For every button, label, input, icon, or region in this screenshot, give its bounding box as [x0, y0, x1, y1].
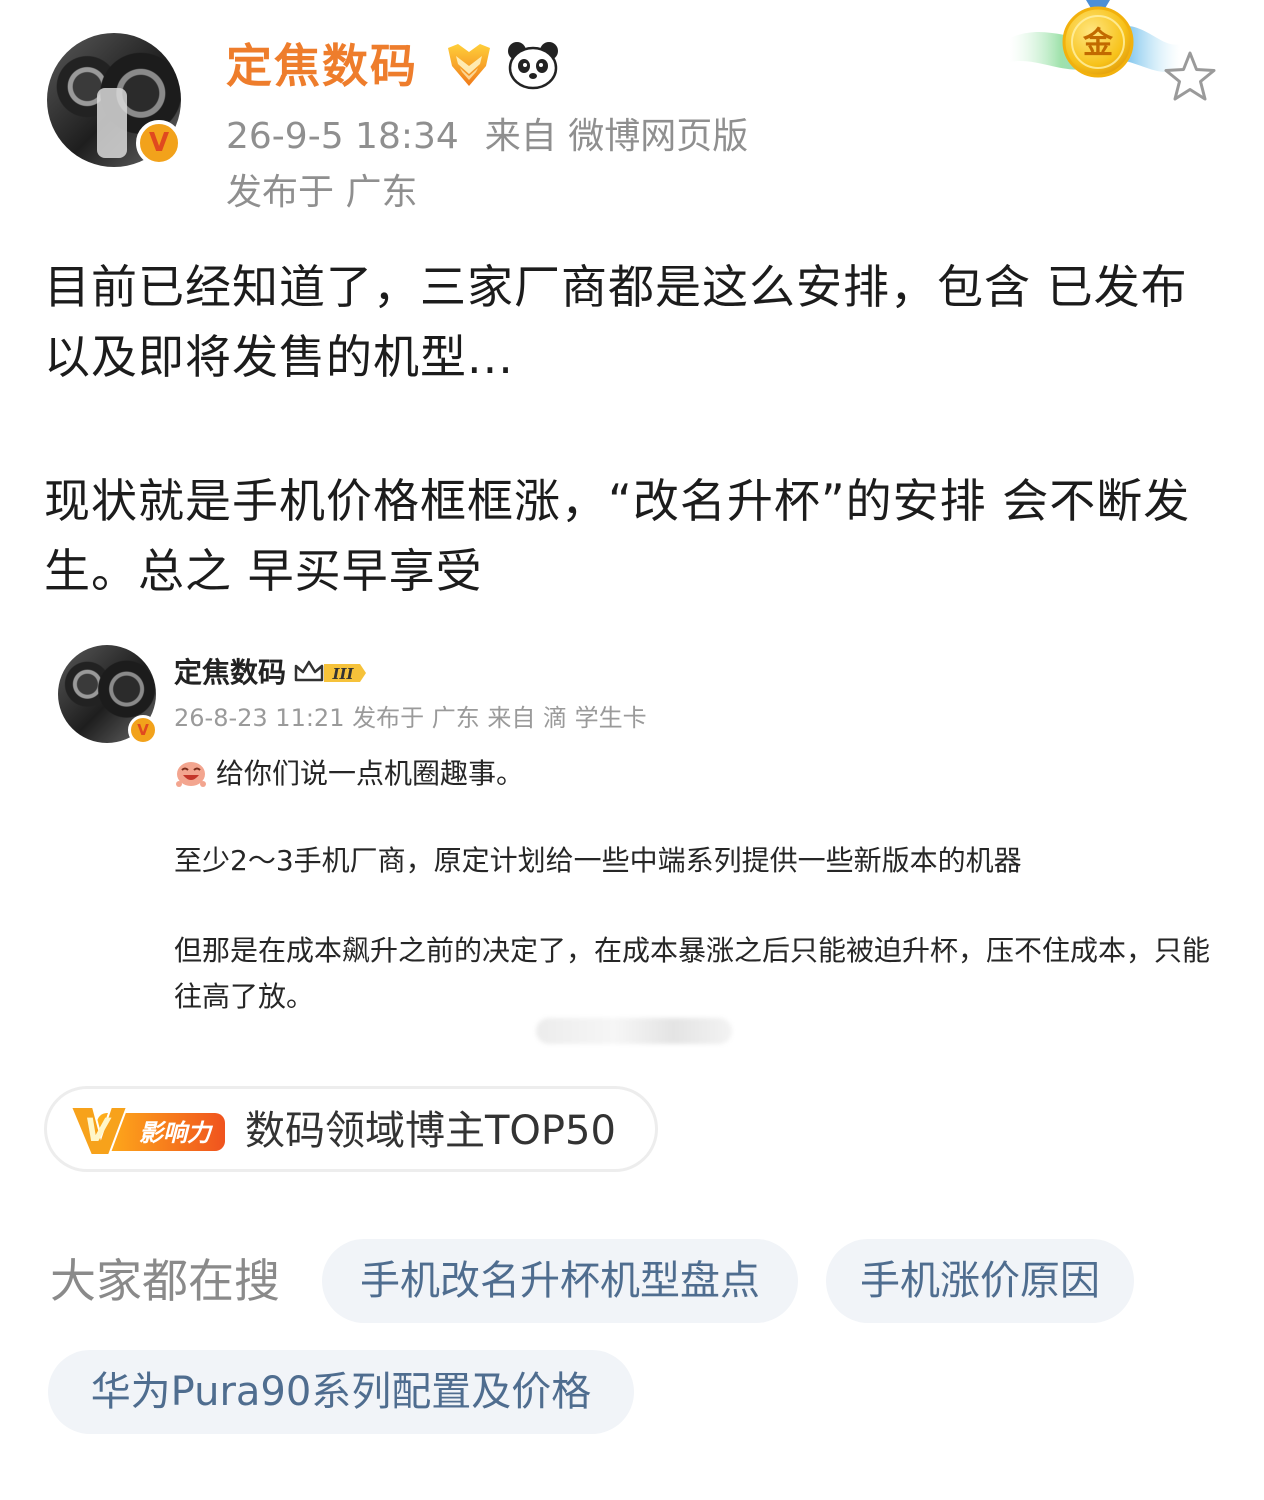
weibo-post-page: V 定焦数码 26-9-5 18:34 来自 微博网页版 发布于 广东 金 目前…	[0, 0, 1264, 1500]
influence-badge-text: 影响力	[139, 1119, 214, 1147]
crown-rank-icon: III	[294, 660, 366, 683]
influence-badge-letter: V	[85, 1111, 112, 1149]
post-paragraph-2: 现状就是手机价格框框涨，“改名升杯”的安排 会不断发生。总之 早买早享受	[44, 474, 1191, 598]
gold-medal-icon: 金	[1010, 0, 1180, 78]
influence-v-badge-icon: V 影响力	[69, 1106, 225, 1156]
post-location: 发布于 广东	[226, 172, 418, 213]
post-meta: 26-9-5 18:34 来自 微博网页版	[226, 112, 748, 162]
influence-badge-pill[interactable]: V 影响力 数码领域博主TOP50	[44, 1086, 658, 1172]
laughing-emoji-icon	[176, 762, 206, 787]
author-name[interactable]: 定焦数码	[226, 34, 418, 98]
quoted-verified-badge-icon: V	[128, 715, 158, 745]
search-chip[interactable]: 手机涨价原因	[826, 1239, 1134, 1323]
quoted-author-name: 定焦数码	[174, 656, 287, 689]
influence-label: 数码领域博主TOP50	[245, 1108, 616, 1154]
search-section-label: 大家都在搜	[50, 1254, 280, 1308]
quoted-line-3: 但那是在成本飙升之前的决定了，在成本暴涨之后只能被迫升杯，压不住成本，只能往高了…	[174, 934, 1211, 1013]
post-paragraph-1: 目前已经知道了，三家厂商都是这么安排，包含 已发布以及即将发售的机型...	[44, 260, 1188, 384]
favorite-star-icon[interactable]	[1160, 48, 1220, 108]
quoted-meta: 26-8-23 11:21 发布于 广东 来自 滴 学生卡	[174, 704, 647, 732]
quoted-line-2: 至少2～3手机厂商，原定计划给一些中端系列提供一些新版本的机器	[174, 844, 1022, 877]
verified-badge-icon: V	[136, 120, 182, 166]
search-chip[interactable]: 手机改名升杯机型盘点	[322, 1239, 798, 1323]
panda-icon	[508, 42, 558, 90]
search-chip[interactable]: 华为Pura90系列配置及价格	[48, 1350, 634, 1434]
rank-badge-icon	[448, 44, 490, 86]
post-source: 来自 微博网页版	[484, 116, 749, 157]
medal-label: 金	[1082, 26, 1114, 61]
post-time[interactable]: 26-9-5 18:34	[226, 116, 459, 157]
blurred-watermark	[536, 1018, 732, 1044]
crown-rank-label: III	[331, 665, 354, 683]
quoted-line-1: 给你们说一点机圈趣事。	[216, 757, 525, 790]
